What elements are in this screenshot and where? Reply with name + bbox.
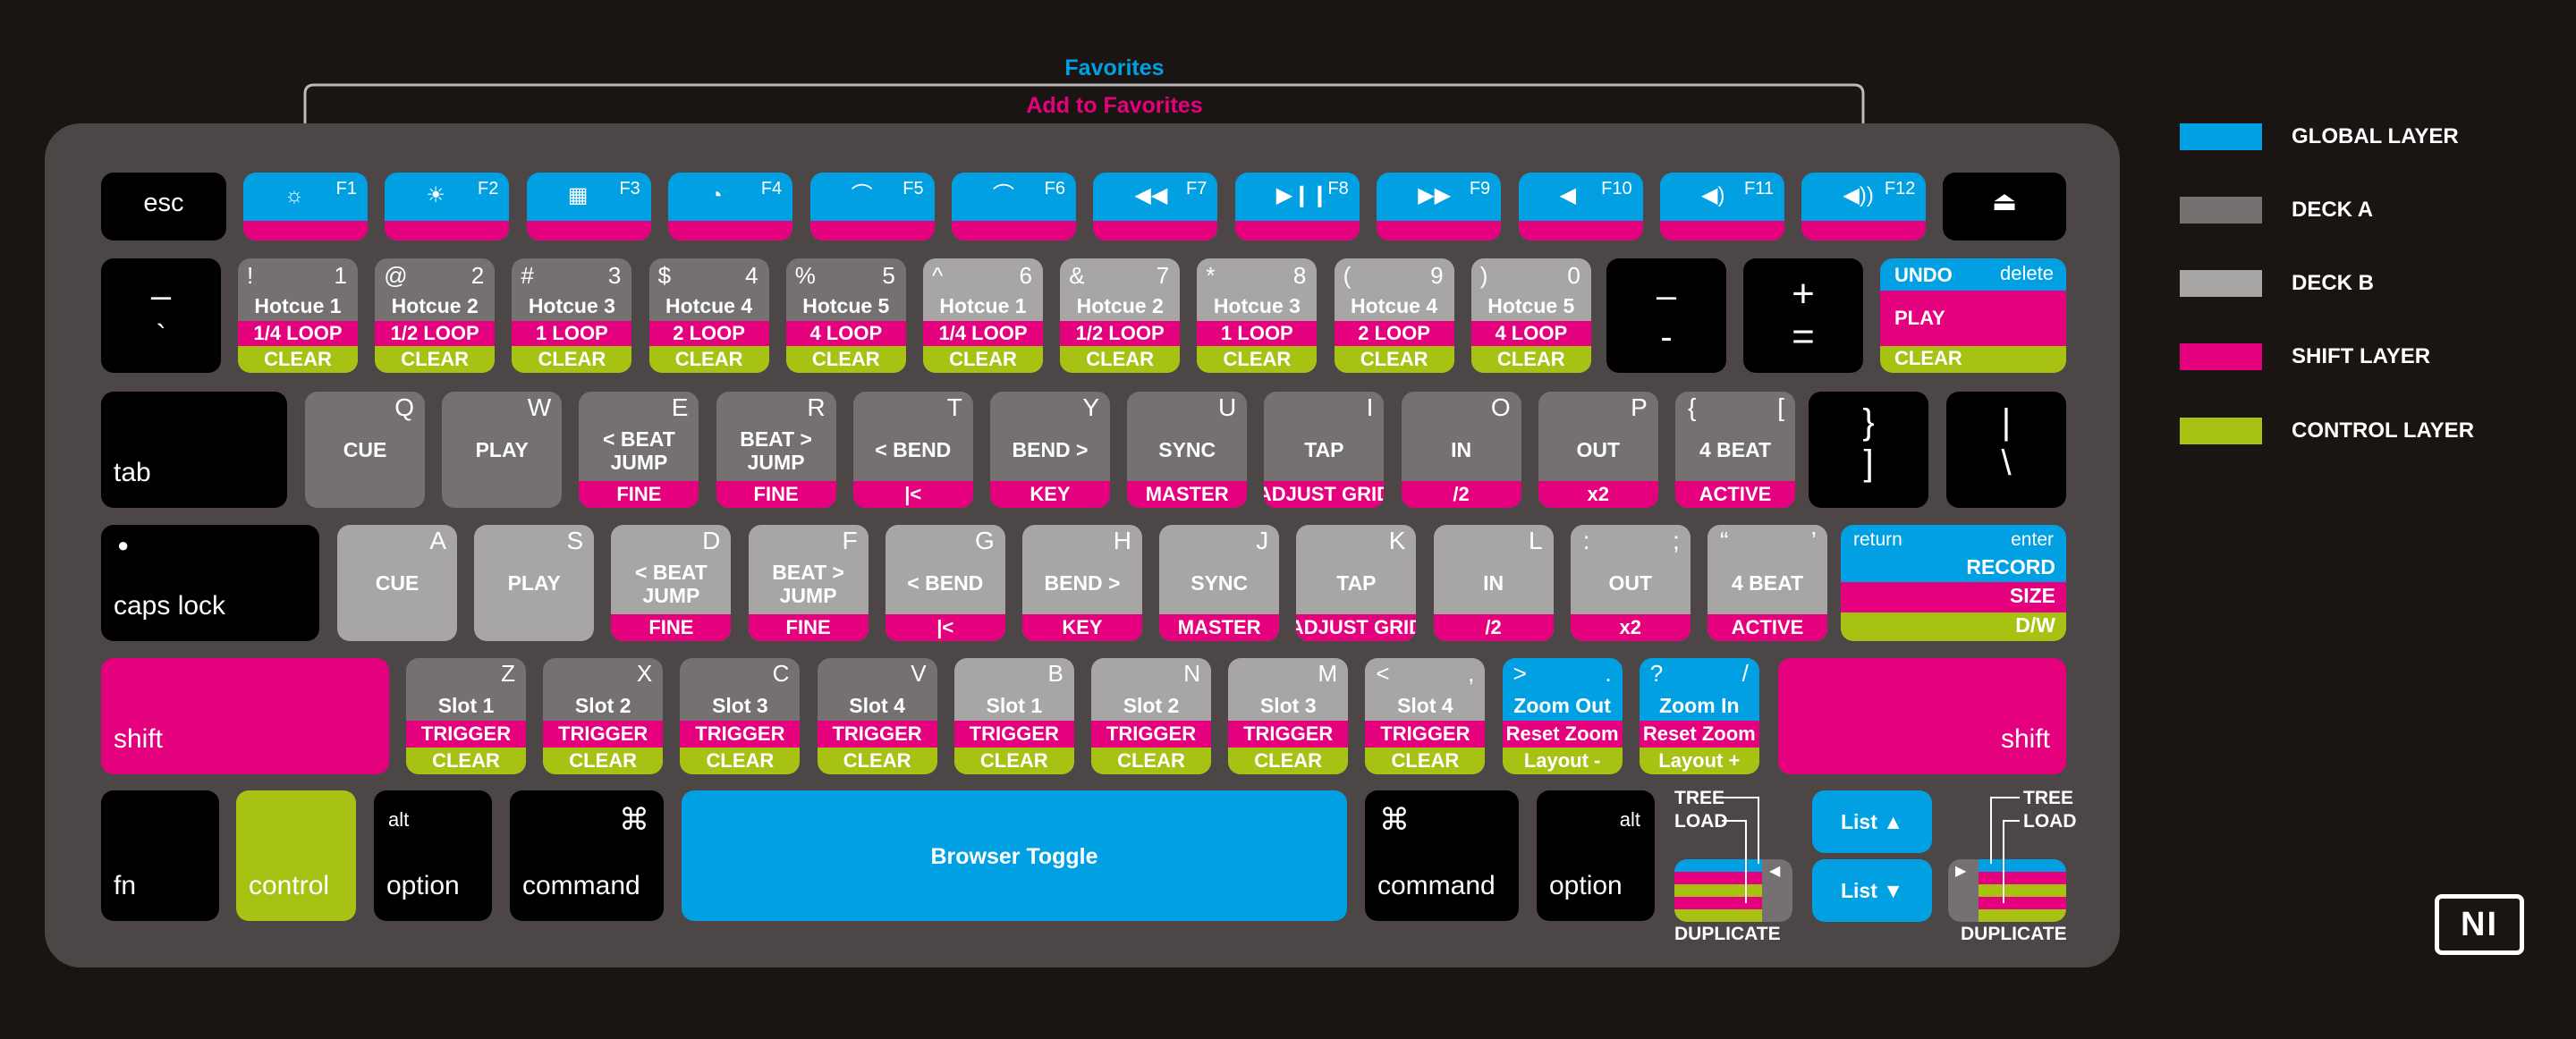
legend-label: SHIFT LAYER: [2292, 344, 2431, 368]
legend-swatch: [2180, 270, 2262, 297]
legend-label: DECK B: [2292, 271, 2375, 295]
legend-swatch: [2180, 123, 2262, 150]
ni-logo: NI: [2435, 894, 2524, 955]
legend-swatch: [2180, 418, 2262, 444]
legend-swatch: [2180, 343, 2262, 370]
legend-label: DECK A: [2292, 198, 2374, 222]
right-arrow-callouts: [1990, 797, 2020, 903]
legend-label: GLOBAL LAYER: [2292, 124, 2459, 148]
legend-label: CONTROL LAYER: [2292, 418, 2475, 443]
legend-swatch: [2180, 197, 2262, 224]
